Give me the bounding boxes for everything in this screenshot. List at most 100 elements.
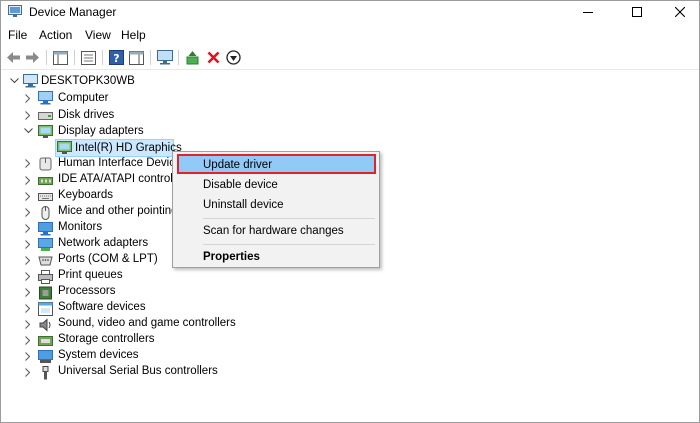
root-collapse-toggle[interactable]	[9, 73, 19, 89]
minimize-button[interactable]	[565, 1, 611, 23]
category-ide-ata-atapi[interactable]: IDE ATA/ATAPI controlle	[58, 173, 182, 185]
category-mice-pointing-devices[interactable]: Mice and other pointing	[58, 205, 178, 217]
expand-network-adapters[interactable]	[23, 236, 33, 252]
chevron-right-icon	[25, 367, 31, 377]
device-manager-window: Device Manager File Action View Help ? D…	[0, 0, 700, 423]
category-network-adapters[interactable]: Network adapters	[58, 237, 148, 249]
close-button[interactable]	[657, 1, 700, 23]
toolbar: ?	[1, 45, 699, 70]
chevron-right-icon	[25, 319, 31, 329]
category-computer[interactable]: Computer	[58, 92, 109, 104]
expand-print-queues[interactable]	[23, 268, 33, 284]
ide-controller-icon	[38, 177, 53, 185]
chevron-right-icon	[25, 93, 31, 103]
category-storage-controllers[interactable]: Storage controllers	[58, 333, 155, 345]
menu-properties[interactable]: Properties	[177, 247, 376, 267]
maximize-button[interactable]	[614, 1, 660, 23]
category-print-queues[interactable]: Print queues	[58, 269, 123, 281]
expand-mice[interactable]	[23, 204, 33, 220]
menu-action[interactable]: Action	[39, 28, 72, 42]
minimize-icon	[583, 12, 593, 13]
chevron-right-icon	[25, 175, 31, 185]
menu-help[interactable]: Help	[121, 28, 146, 42]
forward-arrow-icon	[26, 52, 39, 63]
svg-text:?: ?	[113, 52, 119, 65]
chevron-down-icon	[9, 78, 19, 84]
expand-disk-drives[interactable]	[23, 107, 33, 123]
category-keyboards[interactable]: Keyboards	[58, 189, 113, 201]
disable-device-icon	[226, 50, 241, 65]
display-adapter-icon	[57, 141, 72, 154]
device-manager-icon	[8, 5, 22, 17]
menu-separator	[203, 244, 375, 245]
storage-controller-icon	[38, 336, 53, 346]
console-tree-button[interactable]	[52, 49, 69, 66]
expand-sound[interactable]	[23, 316, 33, 332]
menu-properties-label: Properties	[203, 251, 260, 263]
context-menu: Update driver Disable device Uninstall d…	[172, 151, 380, 268]
update-driver-icon	[186, 51, 199, 65]
maximize-icon	[632, 7, 642, 17]
category-monitors[interactable]: Monitors	[58, 221, 102, 233]
help-button[interactable]: ?	[108, 49, 125, 66]
chevron-right-icon	[25, 207, 31, 217]
category-human-interface-devices[interactable]: Human Interface Device	[58, 157, 181, 169]
category-display-adapters[interactable]: Display adapters	[58, 125, 144, 137]
update-driver-button[interactable]	[184, 49, 201, 66]
expand-ide[interactable]	[23, 172, 33, 188]
menu-scan-hardware-changes[interactable]: Scan for hardware changes	[177, 221, 376, 241]
properties-button[interactable]	[80, 49, 97, 66]
menu-update-driver-label: Update driver	[203, 159, 273, 171]
category-processors[interactable]: Processors	[58, 285, 116, 297]
device-intel-hd-graphics-row[interactable]: Intel(R) HD Graphics	[55, 139, 182, 157]
category-usb-controllers[interactable]: Universal Serial Bus controllers	[58, 365, 218, 377]
menu-scan-hardware-changes-label: Scan for hardware changes	[203, 225, 344, 237]
expand-hid[interactable]	[23, 155, 33, 171]
help-icon: ?	[109, 50, 124, 65]
software-device-icon	[38, 302, 53, 316]
category-disk-drives[interactable]: Disk drives	[58, 109, 114, 121]
expand-keyboards[interactable]	[23, 188, 33, 204]
tree-root-label[interactable]: DESKTOPK30WB	[41, 75, 135, 87]
expand-monitors[interactable]	[23, 220, 33, 236]
menu-file[interactable]: File	[8, 28, 27, 42]
uninstall-x-icon	[207, 51, 220, 64]
expand-software-devices[interactable]	[23, 300, 33, 316]
disable-device-button[interactable]	[225, 49, 242, 66]
menu-uninstall-device-label: Uninstall device	[203, 199, 284, 211]
chevron-right-icon	[25, 255, 31, 265]
window-title: Device Manager	[29, 5, 117, 19]
device-intel-hd-graphics: Intel(R) HD Graphics	[75, 142, 182, 154]
usb-icon	[42, 366, 49, 380]
speaker-icon	[39, 318, 51, 332]
menu-disable-device-label: Disable device	[203, 179, 278, 191]
expand-usb-controllers[interactable]	[23, 364, 33, 380]
port-icon	[38, 256, 53, 266]
show-hide-console-tree-icon	[53, 50, 68, 65]
expand-processors[interactable]	[23, 284, 33, 300]
back-button[interactable]	[5, 49, 22, 66]
scan-hardware-button[interactable]	[156, 49, 173, 66]
category-ports[interactable]: Ports (COM & LPT)	[58, 253, 158, 265]
uninstall-button[interactable]	[205, 49, 222, 66]
category-sound-video-game[interactable]: Sound, video and game controllers	[58, 317, 236, 329]
forward-button[interactable]	[24, 49, 41, 66]
expand-storage-controllers[interactable]	[23, 332, 33, 348]
category-system-devices[interactable]: System devices	[58, 349, 139, 361]
chevron-right-icon	[25, 191, 31, 201]
monitor-icon	[38, 222, 53, 236]
action-pane-button[interactable]	[128, 49, 145, 66]
menu-disable-device[interactable]: Disable device	[177, 175, 376, 195]
expand-ports[interactable]	[23, 252, 33, 268]
hid-icon	[39, 157, 52, 171]
menu-separator	[203, 218, 375, 219]
expand-computer[interactable]	[23, 90, 33, 106]
menu-update-driver[interactable]: Update driver	[177, 154, 376, 174]
menu-view[interactable]: View	[85, 28, 111, 42]
collapse-display-adapters[interactable]	[23, 123, 33, 139]
expand-system-devices[interactable]	[23, 348, 33, 364]
menu-uninstall-device[interactable]: Uninstall device	[177, 195, 376, 215]
category-software-devices[interactable]: Software devices	[58, 301, 146, 313]
chevron-right-icon	[25, 239, 31, 249]
chevron-right-icon	[25, 351, 31, 361]
